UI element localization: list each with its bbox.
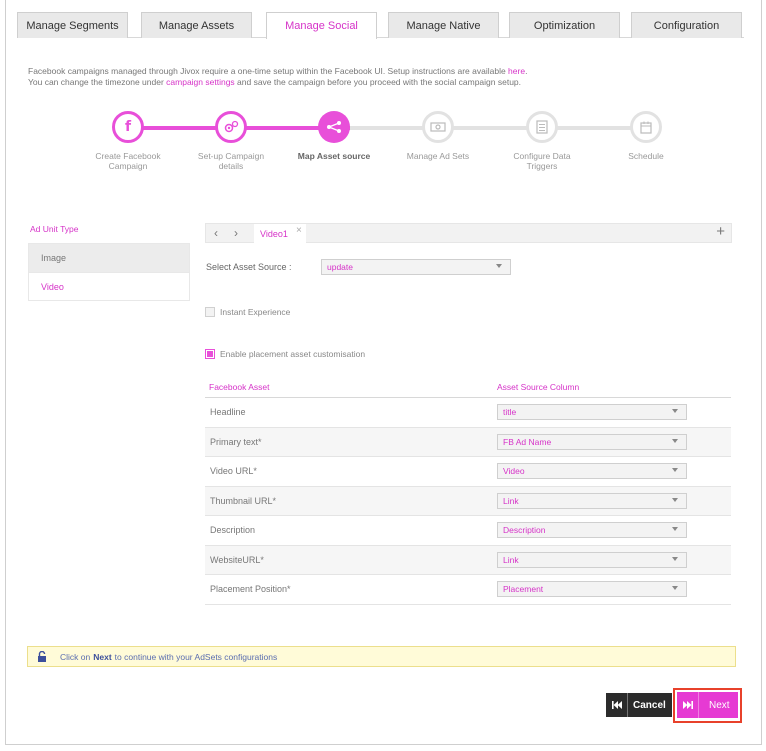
- table-row: Primary text* FB Ad Name: [205, 427, 731, 457]
- tab-configuration[interactable]: Configuration: [631, 12, 742, 38]
- dropdown-caret-icon: [672, 468, 678, 472]
- step-label: Manage Ad Sets: [406, 151, 470, 161]
- intro-text: Facebook campaigns managed through Jivox…: [28, 66, 528, 87]
- top-tab-bar: Manage Segments Manage Assets Manage Soc…: [17, 12, 744, 39]
- ad-unit-video[interactable]: Video: [29, 272, 189, 300]
- add-tab-icon[interactable]: +: [716, 223, 725, 240]
- step-label: Create Facebook Campaign: [95, 151, 161, 171]
- step-label-current: Map Asset source: [297, 151, 371, 161]
- unlock-icon: [38, 651, 46, 662]
- facebook-asset-label: Primary text*: [210, 436, 262, 447]
- step-manage-ad-sets[interactable]: [422, 111, 454, 143]
- facebook-asset-label: Description: [210, 525, 256, 536]
- asset-source-label: Select Asset Source :: [206, 262, 292, 272]
- cancel-button[interactable]: Cancel: [606, 693, 672, 717]
- table-row: Headline title: [205, 398, 731, 428]
- dropdown-caret-icon: [672, 438, 678, 443]
- step-label: Schedule: [628, 151, 664, 161]
- ad-unit-type-title: Ad Unit Type: [30, 224, 79, 234]
- chevron-left-icon[interactable]: ‹: [214, 226, 218, 240]
- header-asset-source-column: Asset Source Column: [497, 382, 580, 392]
- facebook-asset-label: Placement Position*: [210, 584, 291, 595]
- checklist-icon: [536, 120, 548, 134]
- tab-optimization[interactable]: Optimization: [509, 12, 620, 38]
- tab-video1[interactable]: Video1 ×: [254, 224, 306, 243]
- header-facebook-asset: Facebook Asset: [209, 382, 270, 392]
- step-label: Configure Data Triggers: [513, 151, 571, 171]
- dropdown-caret-icon: [672, 556, 678, 561]
- step-label: Set-up Campaign details: [197, 151, 265, 171]
- share-nodes-icon: [327, 121, 341, 133]
- placement-customisation-checkbox[interactable]: [205, 349, 215, 359]
- asset-source-column-select[interactable]: Video: [497, 463, 687, 479]
- money-icon: [430, 122, 446, 132]
- asset-source-column-select[interactable]: Link: [497, 551, 687, 568]
- skip-back-icon: [606, 693, 628, 717]
- asset-source-column-select[interactable]: FB Ad Name: [497, 433, 687, 450]
- dropdown-caret-icon: [672, 497, 678, 502]
- step-map-asset-source[interactable]: [318, 111, 350, 143]
- asset-source-column-select[interactable]: title: [497, 404, 687, 420]
- chevron-right-icon[interactable]: ›: [234, 226, 238, 240]
- instant-experience-row: Instant Experience: [205, 307, 290, 317]
- asset-source-select[interactable]: update: [321, 259, 511, 275]
- asset-source-column-select[interactable]: Placement: [497, 581, 687, 597]
- close-icon[interactable]: ×: [296, 225, 302, 236]
- gears-icon: [224, 120, 239, 133]
- dropdown-caret-icon: [496, 264, 502, 268]
- tab-manage-native[interactable]: Manage Native: [388, 12, 499, 38]
- campaign-settings-link[interactable]: campaign settings: [166, 77, 235, 87]
- ad-unit-image[interactable]: Image: [29, 244, 189, 272]
- calendar-icon: [640, 121, 652, 134]
- tab-manage-assets[interactable]: Manage Assets: [141, 12, 252, 38]
- step-create-facebook-campaign[interactable]: f: [112, 111, 144, 143]
- facebook-icon: f: [124, 119, 132, 135]
- step-configure-data-triggers[interactable]: [526, 111, 558, 143]
- facebook-asset-label: Headline: [210, 407, 246, 418]
- asset-source-column-select[interactable]: Description: [497, 522, 687, 538]
- facebook-asset-label: Video URL*: [210, 466, 257, 477]
- table-row: WebsiteURL* Link: [205, 545, 731, 575]
- dropdown-caret-icon: [672, 586, 678, 590]
- table-row: Thumbnail URL* Link: [205, 486, 731, 516]
- ad-unit-list: Image Video: [28, 243, 190, 301]
- tab-manage-segments[interactable]: Manage Segments: [17, 12, 128, 38]
- instant-experience-checkbox[interactable]: [205, 307, 215, 317]
- table-row: Placement Position* Placement: [205, 575, 731, 605]
- progress-stepper: f Create Facebook Campaign Set-up Campai…: [80, 108, 700, 178]
- tab-manage-social[interactable]: Manage Social: [266, 12, 377, 39]
- asset-mapping-table: Facebook Asset Asset Source Column Headl…: [205, 377, 731, 605]
- skip-forward-icon: [677, 692, 699, 718]
- facebook-asset-label: Thumbnail URL*: [210, 495, 277, 506]
- dropdown-caret-icon: [672, 527, 678, 531]
- info-bar: Click on Next to continue with your AdSe…: [27, 646, 736, 667]
- placement-customisation-row: Enable placement asset customisation: [205, 349, 365, 359]
- dropdown-caret-icon: [672, 409, 678, 413]
- stepper-line-pending: [350, 126, 660, 130]
- table-header: Facebook Asset Asset Source Column: [205, 377, 731, 398]
- ad-unit-tab-bar: ‹ › Video1 × +: [205, 223, 732, 243]
- setup-instructions-link[interactable]: here: [508, 66, 525, 76]
- step-schedule[interactable]: [630, 111, 662, 143]
- asset-source-column-select[interactable]: Link: [497, 492, 687, 509]
- next-button[interactable]: Next: [677, 692, 738, 718]
- facebook-asset-label: WebsiteURL*: [210, 554, 264, 565]
- table-row: Description Description: [205, 516, 731, 546]
- step-setup-campaign-details[interactable]: [215, 111, 247, 143]
- table-row: Video URL* Video: [205, 457, 731, 487]
